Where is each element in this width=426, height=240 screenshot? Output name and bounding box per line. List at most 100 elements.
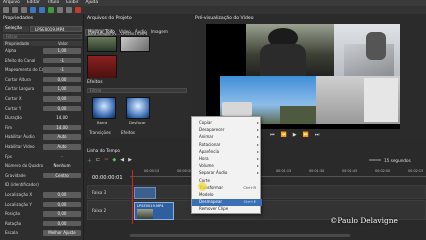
property-value[interactable]: -1 [43,57,81,64]
effects-filter-input[interactable]: Filtrar [87,88,187,93]
zoom-slider[interactable] [369,159,381,161]
tab-file-filter[interactable]: Áudio [133,29,149,34]
selected-item-dropdown[interactable]: LPSE0019.MP4 [30,26,82,32]
context-menu-item[interactable]: Aparência ▸ [192,149,262,155]
property-value[interactable]: 0,00 [43,201,81,208]
property-name: Alpha [5,48,17,53]
snapping-icon[interactable]: ⊏ [96,157,100,164]
rider-road-shape [366,32,386,60]
tab-file-filter[interactable]: Mostrar Todo [86,29,117,34]
open-project-icon[interactable] [12,7,18,13]
property-row: Gravidade Centro [3,172,82,180]
context-menu-item[interactable]: Desaparecer ▸ [192,127,262,133]
property-value[interactable]: Auto [43,134,81,140]
property-value[interactable]: 14,00 [43,124,81,131]
property-value[interactable]: 0,00 [43,96,81,102]
property-row: Cortar Y 0,00 [3,105,82,113]
property-value[interactable]: 1,00 [43,86,81,92]
context-menu-label: Animar [199,134,214,140]
project-files-panel: Arquivos do Projeto Mostrar Todo Vídeo Áud… [84,14,192,85]
property-row: Posição 0,00 [3,210,82,218]
effect-icon-bars[interactable] [92,97,116,119]
property-row: Localização X 0,00 [3,191,82,199]
property-value[interactable]: Melhor Ajuste [43,230,81,236]
file-thumbnail-1[interactable] [87,36,117,52]
add-track-icon[interactable]: ＋ [87,157,92,164]
effects-panel: Efeitos Filtrar Barra Desfocar Transiçõe… [84,78,192,138]
property-value[interactable]: -1 [43,67,81,73]
save-project-icon[interactable] [21,7,27,13]
ruler-tick-label: 00:02:00 [375,169,391,173]
tab-file-filter[interactable]: Vídeo [117,29,133,34]
tab-effects[interactable]: Efeitos [119,130,137,135]
submenu-arrow-icon: ▸ [256,134,259,140]
clip-label: LPSE0019.MP4 [137,204,164,208]
next-marker-icon[interactable]: ▶ [128,157,132,164]
tab-selection[interactable]: Seleção [3,26,29,32]
undo-icon[interactable] [30,7,36,13]
previous-marker-icon[interactable]: ◀ [120,157,124,164]
trees-shape [280,106,316,124]
context-menu-label: Modelo [199,192,214,197]
properties-filter-input[interactable]: Filtrar [3,34,82,39]
property-row: Cortar X 0,00 [3,95,82,103]
submenu-arrow-icon: ▸ [256,127,259,133]
wall-shape [364,78,398,122]
timeline-scrollbar[interactable] [130,234,350,237]
zoom-label: 15 segundos [384,158,411,163]
context-menu-label: Hora [199,156,209,161]
context-menu-item[interactable]: Volume ▸ [192,163,262,169]
context-menu-item[interactable]: Rotacionar ▸ [192,142,262,148]
property-name: Localização X [5,192,33,197]
context-menu-item[interactable]: Modelo [192,192,262,198]
property-value[interactable]: 0,00 [43,220,81,227]
file-thumbnail-2[interactable] [120,36,150,52]
property-name: Posição [5,211,21,217]
export-video-icon[interactable] [75,7,81,13]
track-3-clip[interactable] [134,187,156,199]
track-name-2: Faixa 2 [92,208,107,213]
timeline-toolbar: ＋ ⊏ ✂ ◆ ◀ ▶ [87,157,132,164]
property-value[interactable]: Auto [43,144,81,150]
context-menu-item[interactable]: Remover Clipe [192,206,262,212]
property-value[interactable]: 0,00 [43,105,81,112]
preview-title: Pré-visualização do Vídeo [195,16,254,21]
property-value[interactable]: Nenhum [43,163,81,169]
redo-icon[interactable] [39,7,45,13]
tab-file-filter[interactable]: Imagem [149,29,170,34]
track-name-3: Faixa 3 [92,190,107,195]
property-value[interactable]: Centro [43,172,81,179]
razor-icon[interactable]: ✂ [104,157,108,164]
property-name: Habilitar Vídeo [5,144,35,149]
video-frame-road [334,24,400,76]
playhead[interactable] [132,170,133,224]
property-row: Alpha 1,00 [3,47,82,55]
profile-icon[interactable] [57,7,63,13]
context-menu-item[interactable]: Separar Áudio ▸ [192,170,262,176]
context-menu-item[interactable]: Animar ▸ [192,134,262,140]
context-menu-item[interactable]: Copiar ▸ [192,120,262,126]
property-value[interactable]: - [43,154,81,160]
property-value[interactable]: 14,00 [43,115,81,121]
effect-icon-blur[interactable] [126,97,150,119]
tab-transitions[interactable]: Transições [87,130,113,135]
context-menu-item[interactable]: Hora ▸ [192,156,262,162]
import-files-icon[interactable] [48,7,54,13]
property-name: Cortar Altura [5,76,31,82]
property-name: Fim [5,124,13,130]
property-value[interactable]: 0,00 [43,211,81,217]
new-project-icon[interactable] [3,7,9,13]
property-name: Efeito do Canal [5,57,36,63]
property-row: ID (identificador) [3,181,82,189]
property-value[interactable]: 0,00 [43,192,81,198]
context-menu-item[interactable]: Desmapear Ctrl+E [192,199,262,206]
fullscreen-icon[interactable] [66,7,72,13]
timeline-clip[interactable]: LPSE0019.MP4 [134,202,174,220]
property-value[interactable]: 1,00 [43,48,81,54]
context-menu-label: Rotacionar [199,141,221,147]
video-frame-grey [316,76,400,124]
property-value[interactable] [43,182,81,188]
property-value[interactable]: 0,00 [43,76,81,83]
add-marker-icon[interactable]: ◆ [112,157,116,164]
timeline-ruler[interactable]: 00:00:1500:00:3000:00:4500:01:0000:01:15… [130,169,426,177]
